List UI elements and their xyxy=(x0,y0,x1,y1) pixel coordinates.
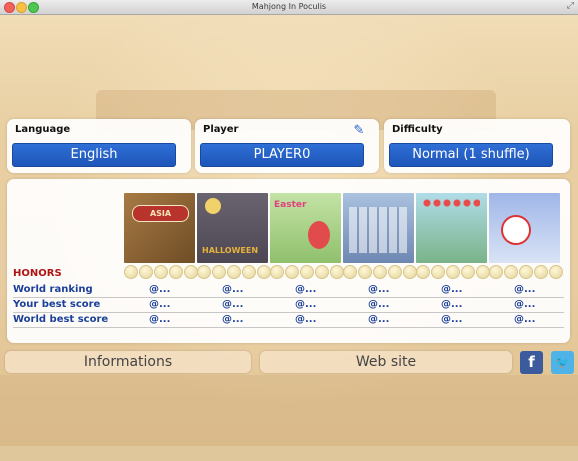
stats-cell: @... xyxy=(149,314,171,325)
stats-cell: @... xyxy=(149,299,171,310)
title-bar: Mahjong In Poculis ⤢ xyxy=(0,0,578,15)
coin-icon xyxy=(169,265,183,279)
coin-icon xyxy=(212,265,226,279)
stats-row-world-best-score: World best score @... @... @... @... @..… xyxy=(13,313,564,328)
theme-thumbnail-halloween[interactable]: HALLOWEEN xyxy=(197,193,268,263)
player-label: Player xyxy=(203,124,239,135)
coin-icon xyxy=(139,265,153,279)
stats-cell: @... xyxy=(514,284,536,295)
player-button[interactable]: PLAYER0 xyxy=(200,143,364,167)
honor-coins-halloween xyxy=(197,265,271,279)
coin-icon xyxy=(461,265,475,279)
coin-icon xyxy=(373,265,387,279)
coin-icon xyxy=(227,265,241,279)
stats-row-label: World best score xyxy=(13,314,109,325)
coin-icon xyxy=(403,265,417,279)
coin-icon xyxy=(358,265,372,279)
honors-title: HONORS xyxy=(13,268,62,279)
coin-icon xyxy=(431,265,445,279)
language-button[interactable]: English xyxy=(12,143,176,167)
honor-coins-asia xyxy=(124,265,198,279)
coin-icon xyxy=(315,265,329,279)
stats-cell: @... xyxy=(441,314,463,325)
stats-cell: @... xyxy=(295,299,317,310)
informations-button[interactable]: Informations xyxy=(5,351,251,373)
stats-row-world-ranking: World ranking @... @... @... @... @... @… xyxy=(13,283,564,298)
theme-thumbnail-easter[interactable]: Easter xyxy=(270,193,341,263)
language-panel: Language English xyxy=(7,119,191,173)
stats-cell: @... xyxy=(368,314,390,325)
background-blur-shape xyxy=(0,375,578,461)
theme-thumbnail-christmas[interactable] xyxy=(489,193,560,263)
twitter-icon[interactable]: 🐦 xyxy=(551,351,574,374)
coin-icon xyxy=(504,265,518,279)
stats-cell: @... xyxy=(368,299,390,310)
balls-icon xyxy=(422,199,480,207)
coin-icon xyxy=(388,265,402,279)
tiles-icon xyxy=(349,207,407,253)
honors-panel: ASIA HALLOWEEN Easter HONORS World ranki… xyxy=(7,179,570,343)
theme-thumbnail-asia[interactable]: ASIA xyxy=(124,193,195,263)
coin-icon xyxy=(330,265,344,279)
coin-icon xyxy=(285,265,299,279)
website-button[interactable]: Web site xyxy=(260,351,512,373)
stats-cell: @... xyxy=(441,284,463,295)
coin-icon xyxy=(446,265,460,279)
coin-icon xyxy=(534,265,548,279)
coin-icon xyxy=(124,265,138,279)
difficulty-panel: Difficulty Normal (1 shuffle) xyxy=(384,119,570,173)
egg-icon xyxy=(308,221,330,249)
theme-thumbnail-tiles[interactable] xyxy=(343,193,414,263)
stats-row-your-best-score: Your best score @... @... @... @... @...… xyxy=(13,298,564,313)
coin-icon xyxy=(416,265,430,279)
stats-cell: @... xyxy=(514,314,536,325)
honor-coins-balls xyxy=(416,265,490,279)
coin-icon xyxy=(154,265,168,279)
stats-row-label: World ranking xyxy=(13,284,93,295)
easter-badge: Easter xyxy=(274,200,307,210)
asia-badge: ASIA xyxy=(132,205,189,222)
stats-cell: @... xyxy=(222,314,244,325)
difficulty-label: Difficulty xyxy=(392,124,443,135)
difficulty-button[interactable]: Normal (1 shuffle) xyxy=(389,143,553,167)
santa-icon xyxy=(501,215,531,245)
coin-icon xyxy=(519,265,533,279)
edit-player-icon[interactable]: ✎ xyxy=(351,124,367,138)
coin-icon xyxy=(549,265,563,279)
coin-icon xyxy=(270,265,284,279)
stats-cell: @... xyxy=(222,299,244,310)
coin-icon xyxy=(184,265,198,279)
stats-cell: @... xyxy=(368,284,390,295)
honor-coins-tiles xyxy=(343,265,417,279)
coin-icon xyxy=(489,265,503,279)
stats-cell: @... xyxy=(514,299,536,310)
stats-cell: @... xyxy=(222,284,244,295)
stats-cell: @... xyxy=(441,299,463,310)
player-panel: Player ✎ PLAYER0 xyxy=(195,119,379,173)
stats-cell: @... xyxy=(149,284,171,295)
coin-icon xyxy=(300,265,314,279)
coin-icon xyxy=(257,265,271,279)
coin-icon xyxy=(476,265,490,279)
ghost-icon xyxy=(205,198,221,214)
language-label: Language xyxy=(15,124,71,135)
honor-coins-easter xyxy=(270,265,344,279)
facebook-icon[interactable]: f xyxy=(520,351,543,374)
stats-cell: @... xyxy=(295,314,317,325)
coin-icon xyxy=(242,265,256,279)
stats-row-label: Your best score xyxy=(13,299,101,310)
halloween-badge: HALLOWEEN xyxy=(202,246,259,255)
coin-icon xyxy=(343,265,357,279)
theme-thumbnail-balls[interactable] xyxy=(416,193,487,263)
stats-cell: @... xyxy=(295,284,317,295)
honor-coins-christmas xyxy=(489,265,563,279)
coin-icon xyxy=(197,265,211,279)
fullscreen-icon[interactable]: ⤢ xyxy=(567,1,574,11)
window-title: Mahjong In Poculis xyxy=(251,2,327,11)
